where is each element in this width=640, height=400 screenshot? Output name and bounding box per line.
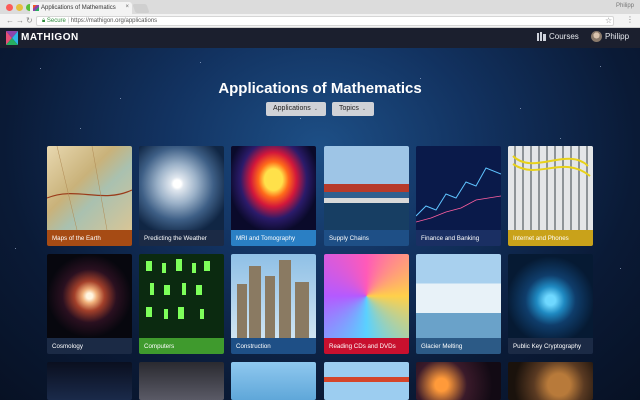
logo-text[interactable]: MATHIGON [21,32,79,43]
card-label: Construction [231,338,316,354]
skyscrapers-image [231,254,316,338]
card-label: Computers [139,338,224,354]
topics-filter-button[interactable]: Topics ⌄ [332,102,374,116]
glacier-image [416,254,501,338]
url-text: https://mathigon.org/applications [70,18,158,24]
user-menu[interactable]: Philipp [591,31,629,42]
card-maps-of-the-earth[interactable]: Maps of the Earth [47,146,132,246]
star-icon[interactable]: ☆ [605,16,612,25]
user-name: Philipp [605,32,630,41]
card-public-key-cryptography[interactable]: Public Key Cryptography [508,254,593,354]
card-computers[interactable]: Computers [139,254,224,354]
minimize-window-button[interactable] [16,4,23,11]
topics-filter-label: Topics [339,105,359,112]
satellite-image [47,362,132,400]
hurricane-image [139,146,224,230]
card-mri-and-tomography[interactable]: MRI and Tomography [231,146,316,246]
back-arrow-icon[interactable]: ← [6,16,14,26]
card-label: Glacier Melting [416,338,501,354]
page-title: Applications of Mathematics [218,80,422,97]
card-partial-6[interactable] [508,362,593,400]
card-reading-cds-and-dvds[interactable]: Reading CDs and DVDs [324,254,409,354]
card-label: Reading CDs and DVDs [324,338,409,354]
card-finance-and-banking[interactable]: Finance and Banking [416,146,501,246]
interior-image [139,362,224,400]
tower-image [231,362,316,400]
stock-chart-image [416,146,501,230]
browser-toolbar: ← → ↻ 🔒︎ Secure | https://mathigon.org/a… [0,14,640,28]
card-construction[interactable]: Construction [231,254,316,354]
secure-label: Secure [46,18,66,24]
tab-title: Applications of Mathematics [41,5,116,11]
courses-link[interactable]: Courses [537,32,579,41]
card-partial-5[interactable] [416,362,501,400]
card-label: MRI and Tomography [231,230,316,246]
card-internet-and-phones[interactable]: Internet and Phones [508,146,593,246]
card-label: Predicting the Weather [139,230,224,246]
courses-label: Courses [549,32,579,41]
card-partial-3[interactable] [231,362,316,400]
close-window-button[interactable] [6,4,13,11]
card-label: Internet and Phones [508,230,593,246]
card-partial-1[interactable] [47,362,132,400]
card-label: Supply Chains [324,230,409,246]
card-label: Finance and Banking [416,230,501,246]
lights-image [416,362,501,400]
card-glacier-melting[interactable]: Glacier Melting [416,254,501,354]
reload-icon[interactable]: ↻ [26,16,33,26]
bridge-image [324,362,409,400]
menu-dots-icon[interactable]: ⋮ [626,15,634,24]
card-supply-chains[interactable]: Supply Chains [324,146,409,246]
tab-close-icon[interactable]: × [125,4,129,10]
site-header: MATHIGON Courses Philipp [0,28,640,48]
card-label: Cosmology [47,338,132,354]
card-partial-4[interactable] [324,362,409,400]
chevron-down-icon: ⌄ [313,106,318,112]
new-tab-button[interactable] [132,4,150,13]
browser-tab[interactable]: Applications of Mathematics × [30,2,132,14]
ship-image [324,146,409,230]
binary-digits-image [139,254,224,338]
galaxy-image [47,254,132,338]
gears-image [508,362,593,400]
forward-arrow-icon[interactable]: → [16,16,24,26]
mathigon-logo-icon[interactable] [6,31,18,45]
courses-icon [537,32,546,41]
cd-disc-image [324,254,409,338]
card-cosmology[interactable]: Cosmology [47,254,132,354]
card-predicting-the-weather[interactable]: Predicting the Weather [139,146,224,246]
browser-tab-bar: Applications of Mathematics × Philipp [0,0,640,14]
map-image [47,146,132,231]
applications-filter-label: Applications [273,105,311,112]
network-cables-image [508,146,593,230]
lock-icon: 🔒︎ [42,18,46,24]
card-label: Maps of the Earth [47,230,132,246]
card-label: Public Key Cryptography [508,338,593,354]
applications-filter-button[interactable]: Applications ⌄ [266,102,326,116]
card-partial-2[interactable] [139,362,224,400]
globe-network-image [508,254,593,338]
profile-chip[interactable]: Philipp [616,3,634,9]
mathigon-favicon-icon [33,5,39,11]
avatar [591,31,602,42]
chevron-down-icon: ⌄ [361,106,367,112]
address-bar[interactable]: 🔒︎ Secure | https://mathigon.org/applica… [36,16,614,26]
mri-image [231,146,316,230]
